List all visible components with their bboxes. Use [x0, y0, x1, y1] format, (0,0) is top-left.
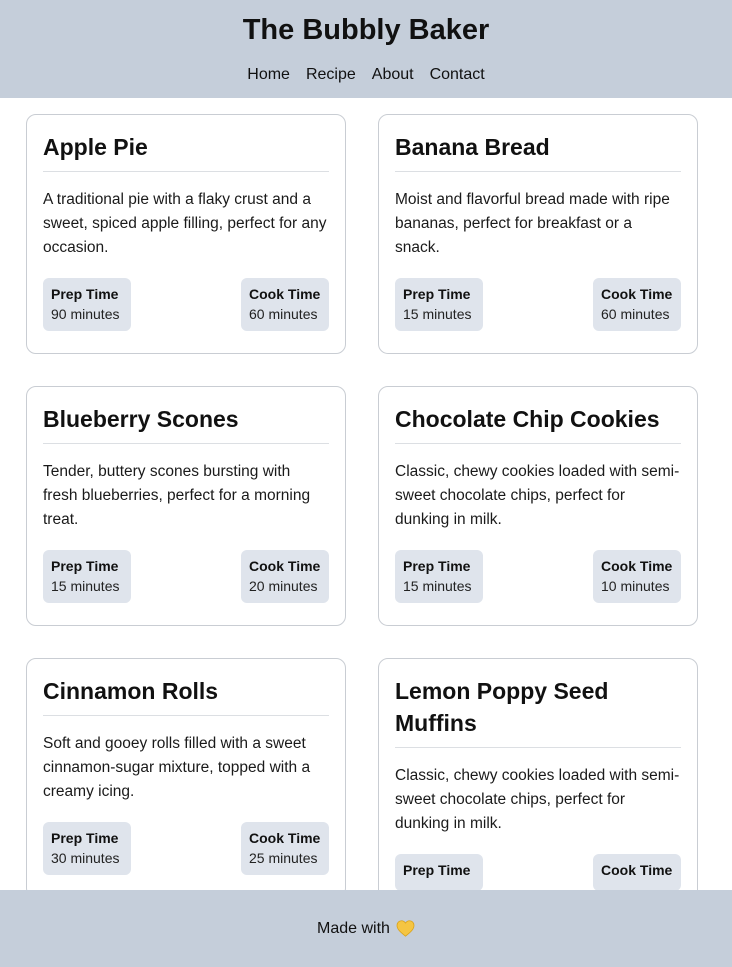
prep-time-label: Prep Time — [51, 286, 119, 302]
prep-time-value: 15 minutes — [403, 578, 472, 594]
recipe-list-scroll[interactable]: Apple Pie A traditional pie with a flaky… — [0, 98, 732, 890]
site-header: The Bubbly Baker Home Recipe About Conta… — [0, 0, 732, 98]
prep-time-box: Prep Time 15 minutes — [395, 278, 483, 331]
recipe-description: Classic, chewy cookies loaded with semi-… — [395, 463, 680, 528]
recipe-times: Prep Time 30 minutes Cook Time 25 minute… — [43, 822, 329, 875]
cook-time-label: Cook Time — [249, 286, 321, 302]
recipe-description: Tender, buttery scones bursting with fre… — [43, 463, 311, 528]
nav-about[interactable]: About — [372, 66, 414, 84]
prep-time-box: Prep Time 15 minutes — [395, 550, 483, 603]
prep-time-label: Prep Time — [403, 558, 471, 574]
prep-time-label: Prep Time — [403, 862, 471, 878]
prep-time-value: 15 minutes — [51, 578, 120, 594]
recipe-times: Prep Time 15 minutes Cook Time 60 minute… — [395, 278, 681, 331]
cook-time-label: Cook Time — [601, 862, 673, 878]
cook-time-label: Cook Time — [601, 286, 673, 302]
recipe-title: Lemon Poppy Seed Muffins — [395, 675, 681, 748]
recipe-times: Prep Time Cook Time — [395, 854, 681, 890]
recipe-times: Prep Time 15 minutes Cook Time 10 minute… — [395, 550, 681, 603]
cook-time-value: 25 minutes — [249, 850, 318, 866]
cook-time-box: Cook Time 20 minutes — [241, 550, 329, 603]
nav-home[interactable]: Home — [247, 66, 290, 84]
cook-time-value: 60 minutes — [601, 306, 670, 322]
recipe-title: Apple Pie — [43, 131, 329, 172]
recipe-times: Prep Time 15 minutes Cook Time 20 minute… — [43, 550, 329, 603]
prep-time-value: 30 minutes — [51, 850, 120, 866]
prep-time-box: Prep Time 15 minutes — [43, 550, 131, 603]
cook-time-box: Cook Time 10 minutes — [593, 550, 681, 603]
cook-time-label: Cook Time — [601, 558, 673, 574]
cook-time-value: 10 minutes — [601, 578, 670, 594]
recipe-description: Moist and flavorful bread made with ripe… — [395, 191, 670, 256]
prep-time-value: 90 minutes — [51, 306, 120, 322]
recipe-title: Chocolate Chip Cookies — [395, 403, 681, 444]
yellow-heart-icon — [396, 920, 415, 937]
recipe-card: Banana Bread Moist and flavorful bread m… — [378, 114, 698, 354]
recipe-title: Blueberry Scones — [43, 403, 329, 444]
site-title: The Bubbly Baker — [242, 14, 490, 46]
prep-time-box: Prep Time 30 minutes — [43, 822, 131, 875]
cook-time-box: Cook Time — [593, 854, 681, 890]
recipe-card: Chocolate Chip Cookies Classic, chewy co… — [378, 386, 698, 626]
cook-time-label: Cook Time — [249, 558, 321, 574]
recipe-grid: Apple Pie A traditional pie with a flaky… — [26, 114, 698, 890]
cook-time-value: 60 minutes — [249, 306, 318, 322]
site-footer: Made with — [0, 890, 732, 967]
cook-time-value: 20 minutes — [249, 578, 318, 594]
recipe-card: Lemon Poppy Seed Muffins Classic, chewy … — [378, 658, 698, 890]
nav-recipe[interactable]: Recipe — [306, 66, 356, 84]
prep-time-label: Prep Time — [51, 830, 119, 846]
recipe-card: Apple Pie A traditional pie with a flaky… — [26, 114, 346, 354]
nav-contact[interactable]: Contact — [430, 66, 485, 84]
recipe-description: Soft and gooey rolls filled with a sweet… — [43, 735, 311, 800]
prep-time-label: Prep Time — [403, 286, 471, 302]
footer-text: Made with — [317, 919, 390, 937]
recipe-times: Prep Time 90 minutes Cook Time 60 minute… — [43, 278, 329, 331]
recipe-title: Cinnamon Rolls — [43, 675, 329, 716]
prep-time-value: 15 minutes — [403, 306, 472, 322]
prep-time-box: Prep Time 90 minutes — [43, 278, 131, 331]
recipe-description: Classic, chewy cookies loaded with semi-… — [395, 767, 680, 832]
recipe-title: Banana Bread — [395, 131, 681, 172]
prep-time-box: Prep Time — [395, 854, 483, 890]
main-nav: Home Recipe About Contact — [0, 66, 732, 84]
recipe-card: Blueberry Scones Tender, buttery scones … — [26, 386, 346, 626]
cook-time-box: Cook Time 60 minutes — [593, 278, 681, 331]
cook-time-box: Cook Time 25 minutes — [241, 822, 329, 875]
prep-time-label: Prep Time — [51, 558, 119, 574]
cook-time-label: Cook Time — [249, 830, 321, 846]
recipe-description: A traditional pie with a flaky crust and… — [43, 191, 327, 256]
cook-time-box: Cook Time 60 minutes — [241, 278, 329, 331]
recipe-card: Cinnamon Rolls Soft and gooey rolls fill… — [26, 658, 346, 890]
